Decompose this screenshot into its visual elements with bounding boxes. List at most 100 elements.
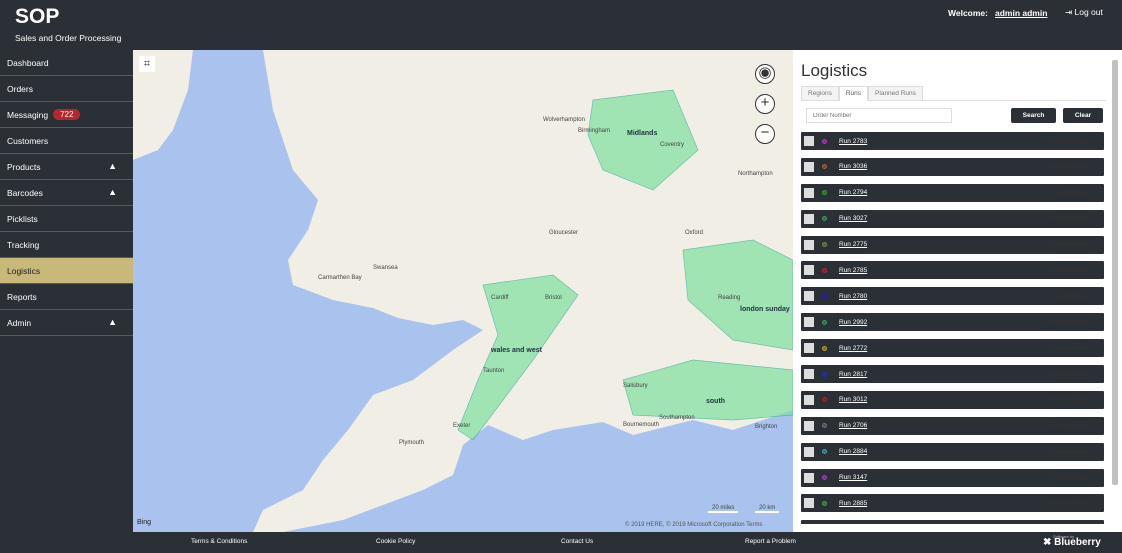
cookie-policy-link[interactable]: Cookie Policy [376, 538, 415, 545]
locate-icon[interactable]: ◉ [755, 64, 775, 84]
run-row: Run 2785 Route Details [801, 261, 1104, 280]
run-checkbox[interactable] [804, 265, 814, 276]
order-number-input[interactable] [806, 108, 952, 123]
run-link[interactable]: Run 2775 [839, 241, 867, 248]
run-link[interactable]: Run 2794 [839, 189, 867, 196]
run-checkbox[interactable] [804, 136, 814, 146]
route-details-button[interactable]: Route Details [1050, 163, 1092, 170]
user-link[interactable]: admin admin [995, 8, 1047, 18]
run-color-marker-icon [822, 397, 827, 403]
run-link[interactable]: Run 2885 [839, 500, 867, 507]
route-details-button[interactable]: Route Details [1050, 448, 1092, 455]
run-checkbox[interactable] [804, 394, 814, 405]
sidebar-item-dashboard[interactable]: Dashboard [0, 50, 133, 76]
run-link[interactable]: Run 3036 [839, 163, 867, 170]
sidebar-item-label: Reports [7, 291, 37, 302]
logout-button[interactable]: ⇥ Log out [1065, 7, 1103, 18]
sidebar-item-products[interactable]: Products ▲ [0, 154, 133, 180]
run-checkbox[interactable] [804, 446, 814, 457]
sidebar-item-tracking[interactable]: Tracking [0, 232, 133, 258]
run-checkbox[interactable] [804, 213, 814, 224]
run-checkbox[interactable] [804, 472, 814, 483]
zoom-out-icon[interactable]: − [755, 124, 775, 144]
sidebar-item-label: Picklists [7, 213, 38, 224]
footer: Terms & Conditions Cookie Policy Contact… [0, 532, 1122, 553]
chevron-up-icon[interactable]: ▲ [108, 317, 117, 327]
run-checkbox[interactable] [804, 498, 814, 509]
run-link[interactable]: Run 2706 [839, 422, 867, 429]
chevron-up-icon[interactable]: ▲ [108, 161, 117, 171]
route-details-button[interactable]: Route Details [1050, 345, 1092, 352]
route-details-button[interactable]: Route Details [1050, 241, 1092, 248]
run-checkbox[interactable] [804, 161, 814, 172]
map-label: Birmingham [578, 128, 611, 134]
logout-label: Log out [1074, 7, 1103, 17]
map-label: Midlands [627, 130, 658, 137]
route-details-button[interactable]: Route Details [1050, 267, 1092, 274]
report-problem-link[interactable]: Report a Problem [745, 538, 796, 545]
route-details-button[interactable]: Route Details [1050, 138, 1092, 145]
run-link[interactable]: Run 3147 [839, 474, 867, 481]
sidebar-item-admin[interactable]: Admin ▲ [0, 310, 133, 336]
route-details-button[interactable]: Route Details [1050, 293, 1092, 300]
sidebar-item-logistics[interactable]: Logistics [0, 258, 133, 284]
run-link[interactable]: Run 2817 [839, 371, 867, 378]
search-button[interactable]: Search [1011, 108, 1056, 123]
route-details-button[interactable]: Route Details [1050, 319, 1092, 326]
sidebar-item-customers[interactable]: Customers [0, 128, 133, 154]
run-checkbox[interactable] [804, 420, 814, 431]
run-link[interactable]: Run 2992 [839, 319, 867, 326]
map[interactable]: Birmingham Midlands Cardiff Bristol wales an… [133, 50, 793, 532]
app-logo[interactable]: SOP [15, 5, 59, 29]
blueberry-icon: ✖ [1043, 537, 1052, 548]
route-details-button[interactable]: Route Details [1050, 474, 1092, 481]
sidebar-item-label: Logistics [7, 265, 41, 276]
sidebar-item-barcodes[interactable]: Barcodes ▲ [0, 180, 133, 206]
run-link[interactable]: Run 2783 [839, 138, 867, 145]
route-details-button[interactable]: Route Details [1050, 189, 1092, 196]
run-color-marker-icon [822, 267, 827, 273]
run-checkbox[interactable] [804, 369, 814, 380]
route-details-button[interactable]: Route Details [1050, 422, 1092, 429]
select-area-icon[interactable]: ⌗ [139, 56, 155, 72]
sidebar-item-reports[interactable]: Reports [0, 284, 133, 310]
run-row: Run 2775 Route Details [801, 235, 1104, 254]
map-label: Bournemouth [623, 422, 660, 428]
chevron-up-icon[interactable]: ▲ [108, 187, 117, 197]
sidebar-item-label: Dashboard [7, 57, 49, 68]
run-link[interactable]: Run 2785 [839, 267, 867, 274]
route-details-button[interactable]: Route Details [1050, 396, 1092, 403]
run-link[interactable]: Run 3012 [839, 396, 867, 403]
contact-us-link[interactable]: Contact Us [561, 538, 593, 545]
run-link[interactable]: Run 3027 [839, 215, 867, 222]
tab-regions[interactable]: Regions [801, 86, 839, 100]
run-link[interactable]: Run 2780 [839, 293, 867, 300]
map-canvas[interactable] [133, 50, 793, 532]
map-label: Oxford [685, 230, 704, 236]
run-checkbox[interactable] [804, 187, 814, 198]
run-row: Run 2780 Route Details [801, 287, 1104, 306]
scrollbar[interactable] [1112, 60, 1118, 485]
run-checkbox[interactable] [804, 343, 814, 354]
sidebar-item-messaging[interactable]: Messaging 722 [0, 102, 133, 128]
route-details-button[interactable]: Route Details [1050, 371, 1092, 378]
run-link[interactable]: Run 2772 [839, 345, 867, 352]
sidebar-item-picklists[interactable]: Picklists [0, 206, 133, 232]
zoom-in-icon[interactable]: + [755, 94, 775, 114]
run-checkbox[interactable] [804, 239, 814, 250]
route-details-button[interactable]: Route Details [1050, 215, 1092, 222]
route-details-button[interactable]: Route Details [1050, 500, 1092, 507]
run-row: Run 3012 Route Details [801, 390, 1104, 409]
sidebar-item-orders[interactable]: Orders [0, 76, 133, 102]
tab-runs[interactable]: Runs [838, 86, 869, 101]
map-label: Gloucester [549, 230, 579, 236]
clear-button[interactable]: Clear [1063, 108, 1103, 123]
terms-link[interactable]: Terms & Conditions [191, 538, 247, 545]
run-row: Run 3027 Route Details [801, 209, 1104, 228]
run-checkbox[interactable] [804, 317, 814, 328]
run-checkbox[interactable] [804, 291, 814, 302]
run-link[interactable]: Run 2884 [839, 448, 867, 455]
map-attribution[interactable]: © 2019 HERE, © 2019 Microsoft Corporatio… [625, 522, 762, 528]
tab-planned-runs[interactable]: Planned Runs [868, 86, 923, 100]
sidebar-item-label: Admin [7, 317, 32, 328]
